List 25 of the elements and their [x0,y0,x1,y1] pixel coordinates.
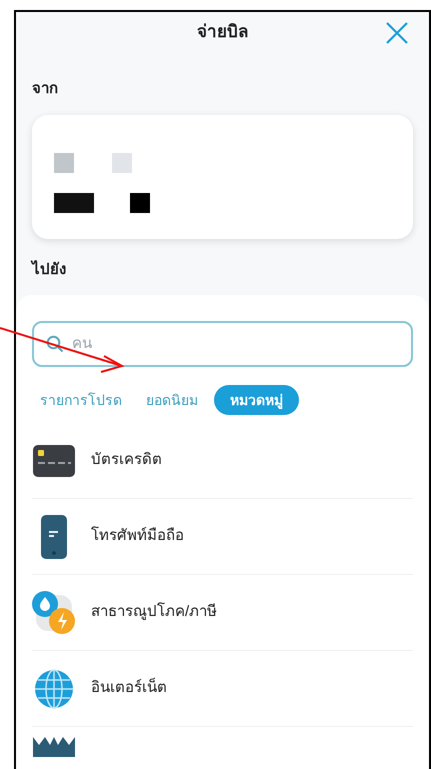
globe-icon [34,668,74,708]
redacted-block [54,192,94,212]
category-label: โทรศัพท์มือถือ [91,525,184,546]
redacted-block [130,192,150,212]
category-label: สาธารณูปโภค/ภาษี [91,601,218,622]
mobile-phone-icon [41,514,67,558]
account-card[interactable] [32,114,413,238]
search-input[interactable]: คน [72,332,399,356]
redacted-block [112,152,132,172]
credit-card-icon [33,444,75,476]
crown-icon [33,737,75,757]
close-icon[interactable] [385,21,409,45]
screen-title: จ่ายบิล [197,21,248,44]
section-label: จาก [32,79,59,99]
section-label: ไปยัง [32,259,67,280]
category-row[interactable]: บัตรเครดิต [32,423,413,499]
category-label: อินเตอร์เน็ต [91,677,167,698]
redacted-block [54,152,74,172]
category-row[interactable]: โทรศัพท์มือถือ [32,499,413,575]
category-row[interactable]: อินเตอร์เน็ต [32,651,413,727]
category-label: บัตรเครดิต [91,450,162,470]
search-field[interactable]: คน [32,321,413,367]
category-row[interactable]: สาธารณูปโภค/ภาษี [32,575,413,651]
search-icon [46,335,64,353]
water-drop-and-lightning-icon [32,590,76,634]
